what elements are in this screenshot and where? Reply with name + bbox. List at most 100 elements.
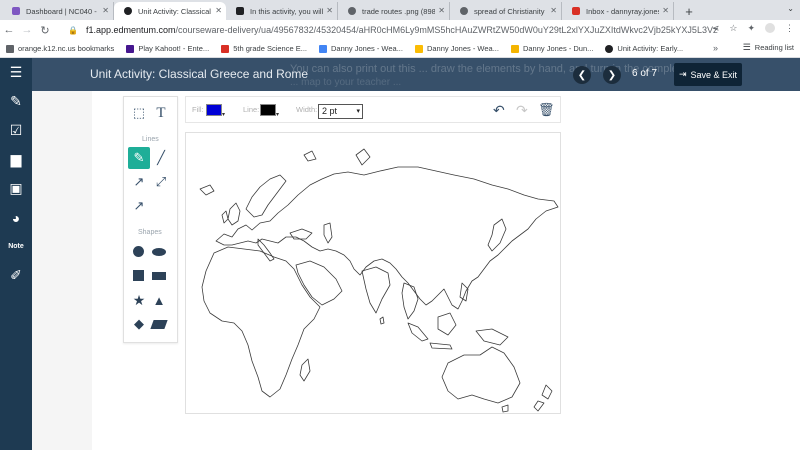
star-tool-icon[interactable]: ★ xyxy=(128,289,150,311)
url-path: /courseware-delivery/ua/49567832/4532045… xyxy=(175,25,718,35)
parallelogram-tool-icon[interactable] xyxy=(150,320,168,329)
tab-favicon xyxy=(12,7,20,15)
tab-trade-routes[interactable]: trade routes .png (898 ✕ xyxy=(338,2,450,20)
forward-icon[interactable]: → xyxy=(18,24,36,36)
bookmark-item[interactable]: 5th grade Science E... xyxy=(221,44,307,53)
close-icon[interactable]: ✕ xyxy=(326,6,333,15)
tab-title: Dashboard | NC040 - C xyxy=(26,6,99,16)
drive-icon xyxy=(414,44,423,53)
curved-arrow-tool-icon[interactable]: ↗ xyxy=(128,195,150,217)
bookmark-item[interactable]: Play Kahoot! - Ente... xyxy=(126,44,209,53)
notes-icon[interactable]: Note xyxy=(0,232,32,261)
bookmark-item[interactable]: orange.k12.nc.us bookmarks xyxy=(6,44,114,53)
star-icon[interactable]: ☆ xyxy=(729,23,737,34)
tab-spread-christianity[interactable]: spread of Christianity ✕ xyxy=(450,2,562,20)
width-value: 2 pt xyxy=(322,106,338,116)
close-icon[interactable]: ✕ xyxy=(438,6,445,15)
new-zealand-south-outline xyxy=(533,400,545,412)
drawing-canvas[interactable] xyxy=(185,132,561,414)
fill-label: Fill: xyxy=(192,105,204,114)
trash-icon[interactable]: 🗑 xyxy=(538,102,555,118)
menu-icon[interactable]: ☰ xyxy=(0,58,32,87)
width-select[interactable]: 2 pt ▾ xyxy=(318,104,363,119)
address-bar: ← → ↻ 🔒 f1.app.edmentum.com/courseware-d… xyxy=(0,20,800,40)
prev-page-button[interactable]: ❮ xyxy=(573,66,591,84)
double-arrow-tool-icon[interactable]: ⤢ xyxy=(150,171,172,193)
tab-title: trade routes .png (898 xyxy=(362,6,435,16)
text-tool[interactable]: T xyxy=(150,102,172,124)
folder-icon[interactable]: ▆ xyxy=(0,145,32,174)
svalbard-outline xyxy=(303,150,317,162)
close-icon[interactable]: ✕ xyxy=(102,6,109,15)
tab-favicon xyxy=(124,7,132,15)
new-tab-button[interactable]: + xyxy=(680,2,698,20)
close-icon[interactable]: ✕ xyxy=(215,6,222,15)
circle-tool-icon[interactable] xyxy=(133,246,144,257)
save-exit-button[interactable]: ⇥ Save & Exit xyxy=(674,63,742,86)
borneo-outline xyxy=(437,312,457,336)
bookmark-label: Danny Jones - Wea... xyxy=(426,44,499,53)
reading-list-label: Reading list xyxy=(754,43,794,52)
bookmark-item[interactable]: Unit Activity: Early... xyxy=(605,44,683,53)
back-icon[interactable]: ← xyxy=(0,24,18,36)
kahoot-icon xyxy=(126,44,135,53)
undo-icon[interactable]: ↶ xyxy=(493,102,505,119)
ireland-outline xyxy=(221,210,229,224)
tab-unit-activity[interactable]: Unit Activity: Classical ✕ xyxy=(114,2,226,20)
chevron-down-icon: ▾ xyxy=(356,108,360,115)
notebook-icon[interactable]: ✎ xyxy=(0,87,32,116)
drawing-tool-panel: ⬚ T Lines ✎ ╱ ↗ ⤢ ↗ Shapes ★ ▲ ◆ xyxy=(123,96,178,343)
puzzle-icon[interactable]: ✦ xyxy=(747,23,755,34)
shapes-section-label: Shapes xyxy=(138,229,162,236)
reading-list-button[interactable]: ☰ Reading list xyxy=(743,42,794,53)
triangle-tool-icon[interactable]: ▲ xyxy=(148,289,170,311)
url-field[interactable]: 🔒 f1.app.edmentum.com/courseware-deliver… xyxy=(68,22,718,38)
fill-color-picker[interactable]: ▾ xyxy=(206,104,225,118)
scandinavia-outline xyxy=(245,174,287,218)
diamond-tool-icon[interactable]: ◆ xyxy=(128,313,150,335)
reload-icon[interactable]: ↻ xyxy=(36,24,54,37)
bookmark-label: Danny Jones - Dun... xyxy=(522,44,594,53)
rectangle-tool-icon[interactable] xyxy=(152,272,166,280)
close-icon[interactable]: ✕ xyxy=(662,6,669,15)
tab-title: spread of Christianity xyxy=(474,6,545,16)
exit-icon: ⇥ xyxy=(678,69,687,79)
select-tool-icon[interactable]: ⬚ xyxy=(128,102,150,124)
redo-icon[interactable]: ↷ xyxy=(516,102,528,119)
dictionary-icon[interactable]: ▣ xyxy=(0,174,32,203)
width-label: Width: xyxy=(296,105,318,114)
line-tool-icon[interactable]: ╱ xyxy=(150,147,172,169)
bookmark-item[interactable]: Danny Jones - Wea... xyxy=(414,44,499,53)
square-tool-icon[interactable] xyxy=(133,270,144,281)
checklist-icon[interactable]: ☑ xyxy=(0,116,32,145)
speech-icon[interactable]: ◕ xyxy=(0,203,32,232)
menu-icon[interactable]: ⋮ xyxy=(785,23,794,34)
next-page-button[interactable]: ❯ xyxy=(603,66,621,84)
activity-header: Unit Activity: Classical Greece and Rome… xyxy=(32,58,800,91)
page-current: 6 xyxy=(632,68,638,79)
close-icon[interactable]: ✕ xyxy=(550,6,557,15)
tab-dashboard[interactable]: Dashboard | NC040 - C ✕ xyxy=(2,2,114,20)
ellipse-tool-icon[interactable] xyxy=(152,248,166,256)
tab-activity-doc[interactable]: In this activity, you will ✕ xyxy=(226,2,338,20)
share-icon[interactable]: ⋖ xyxy=(712,23,720,34)
arrow-tool-icon[interactable]: ↗ xyxy=(128,171,150,193)
madagascar-outline xyxy=(299,358,311,382)
tab-search-icon[interactable]: ⌄ xyxy=(787,4,794,13)
bookmark-item[interactable]: Danny Jones - Dun... xyxy=(510,44,594,53)
bookmark-item[interactable]: Danny Jones - Wea... xyxy=(318,44,403,53)
folder-icon xyxy=(6,44,14,53)
tasmania-outline xyxy=(501,404,509,413)
bookmark-favicon xyxy=(605,44,614,53)
tab-title: Inbox - dannyray.jones xyxy=(586,6,659,16)
profile-avatar[interactable] xyxy=(765,23,775,33)
caret-down-icon: ▾ xyxy=(221,112,225,118)
highlighter-icon[interactable]: ✐ xyxy=(0,261,32,290)
tab-inbox[interactable]: Inbox - dannyray.jones ✕ xyxy=(562,2,674,20)
bookmark-label: Danny Jones - Wea... xyxy=(330,44,403,53)
more-bookmarks-icon[interactable]: » xyxy=(713,43,718,53)
java-outline xyxy=(429,342,453,350)
line-color-picker[interactable]: ▾ xyxy=(260,104,279,118)
bookmark-label: 5th grade Science E... xyxy=(233,44,307,53)
freehand-tool-icon[interactable]: ✎ xyxy=(128,147,150,169)
